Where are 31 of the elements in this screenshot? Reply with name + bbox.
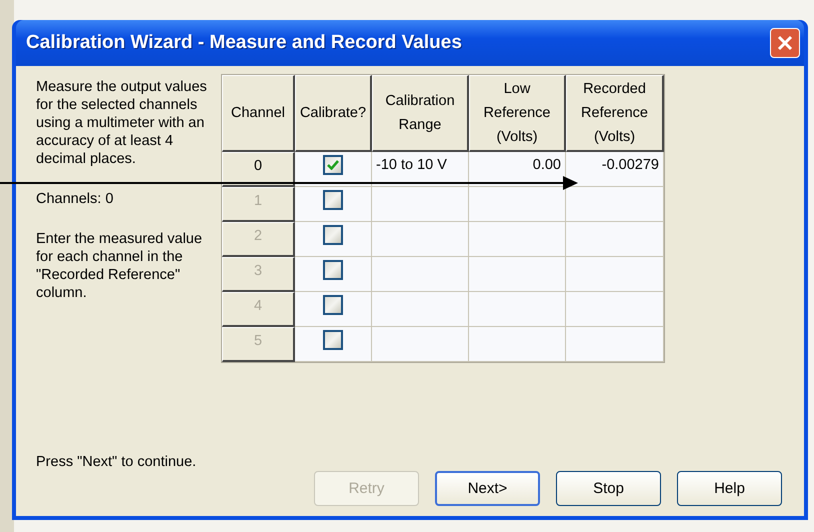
checkbox[interactable] [323,155,343,175]
checkmark-icon [327,160,339,170]
dialog-button[interactable]: Stop [556,471,661,506]
column-header: Low Reference (Volts) [469,75,566,152]
row-header: 4 [222,292,295,327]
checkbox[interactable] [323,295,343,315]
instruction-text: Enter the measured value for each channel in the "Recorded Reference" column. [36,230,204,302]
dialog-button[interactable]: Next> [435,471,540,506]
window-title: Calibration Wizard - Measure and Record Values [26,32,462,54]
instruction-text: Measure the output values for the selected channels using a multimeter with an accuracy of at least 4 decimal places. [36,78,208,168]
column-header: Calibrate? [295,75,372,152]
column-header: Recorded Reference (Volts) [566,75,664,152]
column-header: Channel [222,75,295,152]
row-header: 1 [222,187,295,222]
table-cell: 0.00 [469,152,566,187]
instruction-text: Press "Next" to continue. [36,453,198,471]
dialog-button[interactable]: Help [677,471,782,506]
close-icon [776,34,794,52]
row-header: 3 [222,257,295,292]
table-cell: -10 to 10 V [372,152,469,187]
row-header: 0 [222,152,295,187]
row-header: 2 [222,222,295,257]
input-field[interactable]: -0.00279 [566,152,664,187]
column-header: Calibration Range [372,75,469,152]
checkbox[interactable] [323,225,343,245]
checkbox[interactable] [323,260,343,280]
row-header: 5 [222,327,295,362]
checkbox[interactable] [323,330,343,350]
checkbox[interactable] [323,190,343,210]
instruction-text: Channels: 0 [36,190,114,208]
close-button[interactable] [770,28,800,58]
